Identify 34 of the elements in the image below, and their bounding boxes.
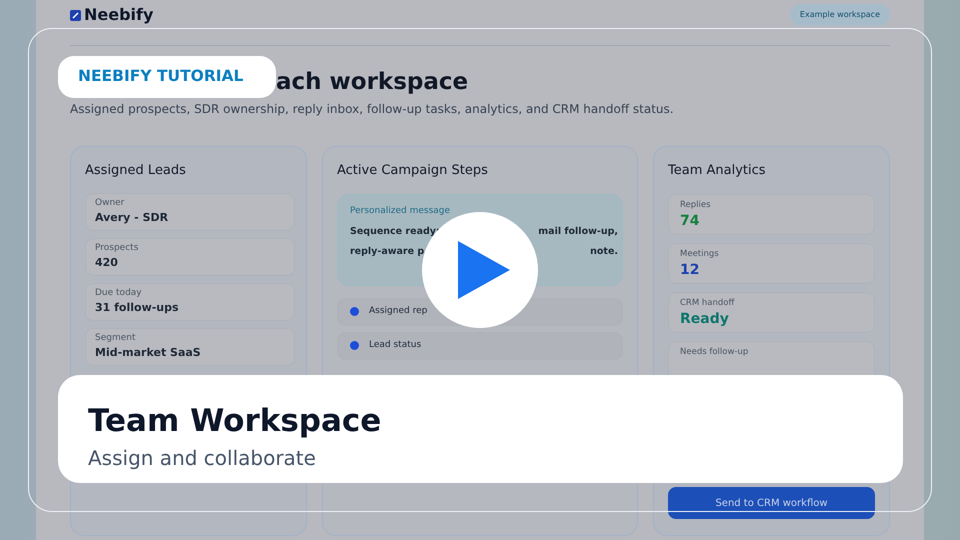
- step-label: Lead status: [369, 338, 422, 352]
- caption-title: Team Workspace: [88, 403, 382, 439]
- message-text: mail follow-up,: [538, 224, 618, 239]
- card-title: Assigned Leads: [85, 162, 187, 180]
- brand-name: Neebify: [84, 4, 154, 26]
- stat-value: 74: [680, 212, 700, 232]
- stat-label: Replies: [680, 198, 712, 212]
- message-text: note.: [590, 244, 618, 259]
- field-label: Due today: [95, 286, 143, 300]
- stat-value: Ready: [680, 310, 730, 330]
- field-value: Mid-market SaaS: [95, 345, 202, 361]
- field-value: Avery - SDR: [95, 210, 170, 226]
- message-label: Personalized message: [350, 204, 452, 218]
- tutorial-badge: NEEBIFY TUTORIAL: [58, 56, 276, 98]
- card-title: Active Campaign Steps: [337, 162, 489, 180]
- card-title: Team Analytics: [668, 162, 767, 180]
- field-value: 31 follow-ups: [95, 300, 180, 316]
- stat-label: Meetings: [680, 248, 720, 260]
- play-icon: [458, 241, 510, 299]
- caption-subtitle: Assign and collaborate: [88, 445, 317, 472]
- field-label: Prospects: [95, 242, 140, 254]
- send-to-crm-button[interactable]: Send to CRM workflow: [668, 487, 875, 519]
- field-label: Segment: [95, 332, 136, 344]
- logo-icon: [70, 10, 81, 20]
- message-text: reply-aware p: [350, 244, 424, 259]
- stat-value: 12: [680, 261, 700, 280]
- page-subtitle: Assigned prospects, SDR ownership, reply inbox, follow-up tasks, analytics, and CRM handoff status.: [70, 101, 675, 118]
- field-value: 420: [95, 255, 119, 271]
- stat-label: Needs follow-up: [680, 346, 750, 358]
- workspace-badge: Example workspace: [790, 4, 890, 26]
- field-label: Owner: [95, 196, 126, 210]
- step-label: Assigned rep: [369, 304, 428, 318]
- page-title: ach workspace: [276, 68, 468, 97]
- stat-label: CRM handoff: [680, 296, 736, 310]
